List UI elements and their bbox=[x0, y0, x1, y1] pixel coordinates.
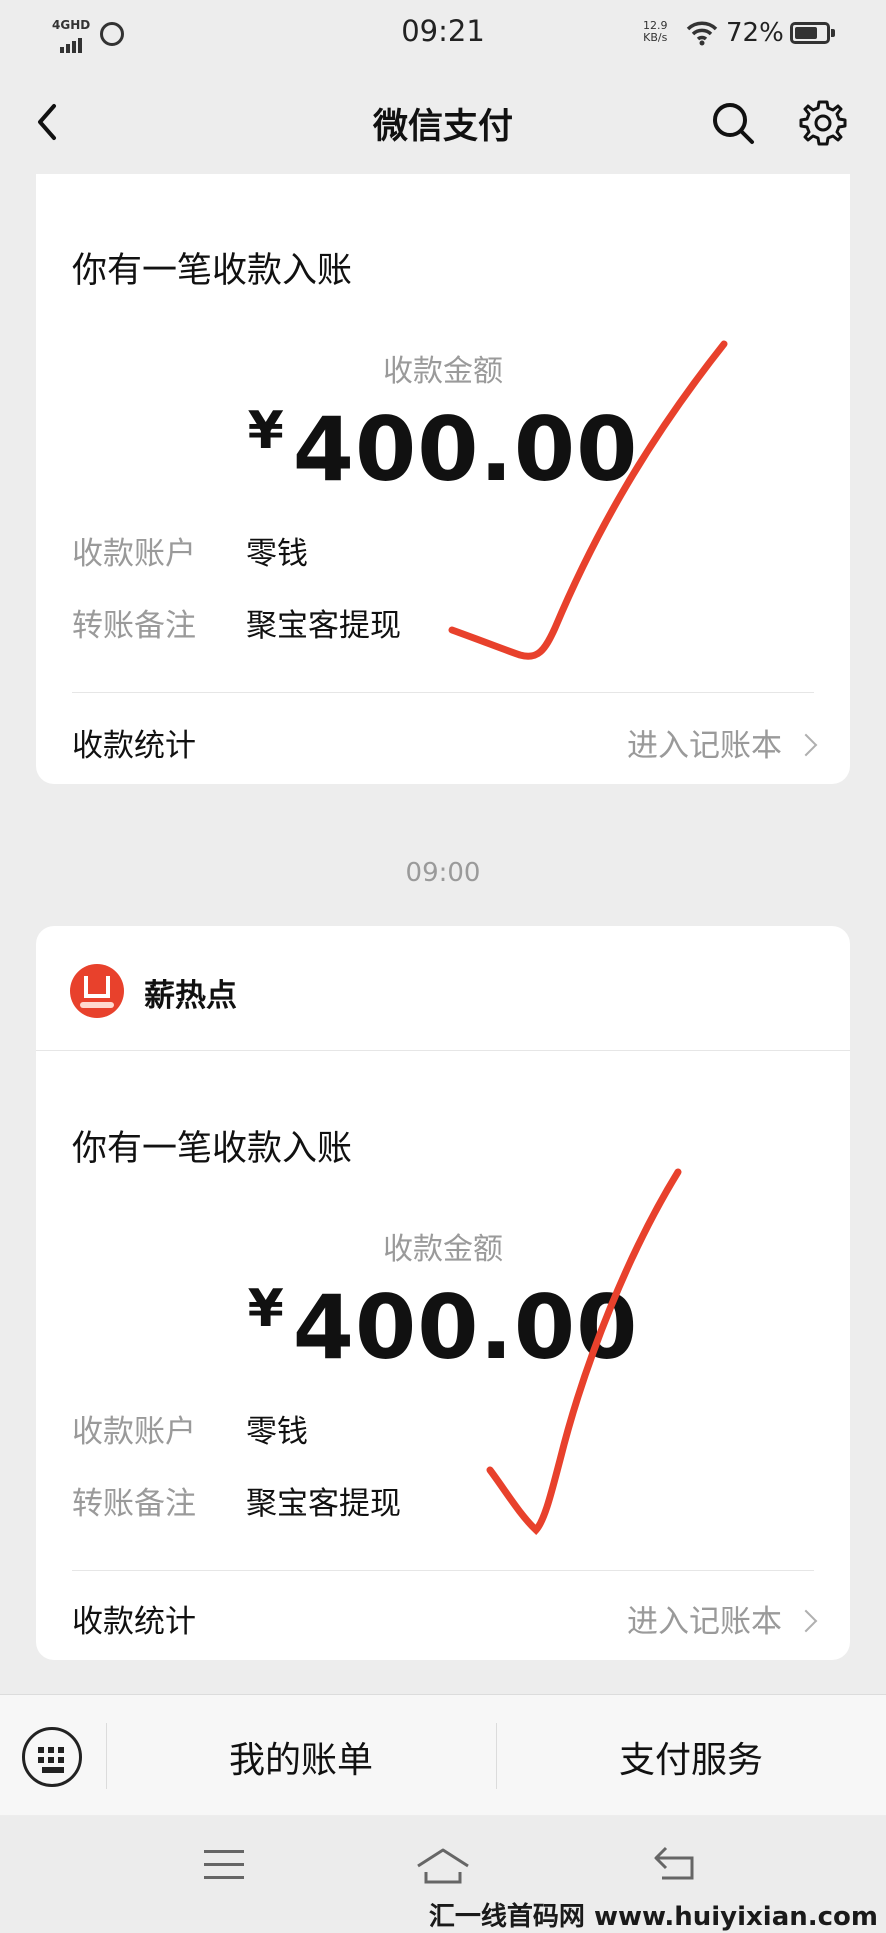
ledger-link-label: 进入记账本 bbox=[627, 1604, 782, 1640]
network-speed-unit: KB/s bbox=[643, 31, 668, 44]
merchant-header[interactable]: 薪热点 bbox=[36, 926, 850, 1051]
sys-back-icon[interactable] bbox=[652, 1844, 700, 1884]
divider bbox=[72, 692, 814, 693]
keyboard-icon[interactable] bbox=[22, 1727, 82, 1787]
remark-label: 转账备注 bbox=[72, 1486, 196, 1522]
remark-value: 聚宝客提现 bbox=[246, 1486, 401, 1522]
watermark-text: 汇一线首码网 www.huiyixian.com bbox=[428, 1902, 878, 1932]
remark-label: 转账备注 bbox=[72, 608, 196, 644]
sys-home-icon[interactable] bbox=[414, 1846, 472, 1886]
status-bar: 4GHD 09:21 12.9 KB/s 72% bbox=[0, 0, 886, 68]
nav-bar: 微信支付 bbox=[0, 68, 886, 176]
battery-fill bbox=[795, 27, 817, 39]
ledger-link[interactable]: 进入记账本 bbox=[627, 1596, 818, 1641]
payment-amount: ¥400.00 bbox=[36, 1276, 850, 1379]
battery-icon bbox=[790, 22, 835, 44]
payment-amount: ¥400.00 bbox=[36, 398, 850, 501]
account-value: 零钱 bbox=[246, 536, 308, 572]
currency-symbol: ¥ bbox=[247, 401, 285, 461]
account-value: 零钱 bbox=[246, 1414, 308, 1450]
message-timestamp: 09:00 bbox=[405, 858, 481, 888]
battery-percent: 72% bbox=[726, 18, 784, 48]
sys-menu-icon[interactable] bbox=[204, 1850, 244, 1889]
amount-value: 400.00 bbox=[292, 1276, 639, 1379]
payment-notice: 你有一笔收款入账 bbox=[72, 251, 353, 291]
account-label: 收款账户 bbox=[72, 1414, 196, 1450]
wifi-icon bbox=[686, 21, 718, 46]
payment-notice: 你有一笔收款入账 bbox=[72, 1129, 353, 1169]
chevron-right-icon bbox=[794, 1609, 818, 1633]
my-bill-button[interactable]: 我的账单 bbox=[106, 1731, 496, 1783]
remark-value: 聚宝客提现 bbox=[246, 608, 401, 644]
merchant-name: 薪热点 bbox=[144, 978, 237, 1014]
payment-card[interactable]: 薪热点 你有一笔收款入账 收款金额 ¥400.00 收款账户 零钱 转账备注 聚… bbox=[36, 926, 850, 1660]
divider bbox=[72, 1570, 814, 1571]
amount-label: 收款金额 bbox=[383, 1232, 503, 1267]
stat-label: 收款统计 bbox=[72, 728, 196, 764]
amount-value: 400.00 bbox=[292, 398, 639, 501]
gear-icon[interactable] bbox=[798, 98, 848, 148]
stat-label: 收款统计 bbox=[72, 1604, 196, 1640]
ledger-link[interactable]: 进入记账本 bbox=[627, 720, 818, 765]
search-icon[interactable] bbox=[710, 100, 756, 146]
bottom-menu-bar: 我的账单 支付服务 bbox=[0, 1694, 886, 1815]
payment-card[interactable]: 你有一笔收款入账 收款金额 ¥400.00 收款账户 零钱 转账备注 聚宝客提现… bbox=[36, 174, 850, 784]
currency-symbol: ¥ bbox=[247, 1279, 285, 1339]
ledger-link-label: 进入记账本 bbox=[627, 728, 782, 764]
chevron-right-icon bbox=[794, 733, 818, 757]
amount-label: 收款金额 bbox=[383, 354, 503, 389]
pay-service-button[interactable]: 支付服务 bbox=[496, 1731, 886, 1783]
account-label: 收款账户 bbox=[72, 536, 196, 572]
network-speed: 12.9 KB/s bbox=[643, 20, 668, 44]
system-nav-bar: 汇一线首码网 www.huiyixian.com bbox=[0, 1816, 886, 1932]
merchant-logo bbox=[70, 964, 124, 1018]
